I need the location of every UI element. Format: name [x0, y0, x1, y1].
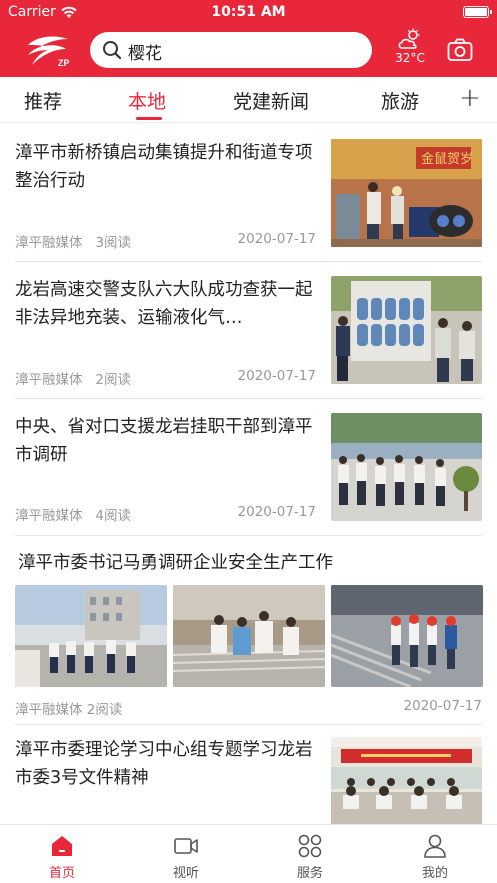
- news-date: 2020-07-17: [403, 698, 482, 714]
- nav-profile-label: 我的: [421, 866, 448, 881]
- news-thumbnail: [331, 413, 482, 521]
- add-tab-button[interactable]: +: [459, 83, 481, 113]
- news-date: 2020-07-17: [237, 368, 316, 384]
- search-icon: [103, 41, 122, 60]
- nav-video[interactable]: 视听: [156, 833, 216, 881]
- news-source: 漳平融媒体 4阅读: [15, 508, 131, 524]
- nav-service[interactable]: 服务: [280, 833, 340, 881]
- status-bar: Carrier 10:51 AM: [0, 0, 497, 26]
- news-item[interactable]: 漳平市委理论学习中心组专题学习龙岩市委3号文件精神: [0, 724, 497, 824]
- news-title: 中央、省对口支援龙岩挂职干部到漳平市调研: [15, 417, 313, 465]
- nav-service-label: 服务: [296, 866, 323, 881]
- news-thumbnail: [173, 585, 325, 687]
- tab-local[interactable]: 本地: [128, 87, 166, 114]
- news-item[interactable]: 漳平市新桥镇启动集镇提升和街道专项整治行动 漳平融媒体 3阅读 2020-07-…: [0, 124, 497, 261]
- news-thumbnail: 金鼠贺岁: [331, 139, 482, 247]
- news-source: 漳平融媒体 3阅读: [15, 235, 131, 251]
- news-thumbnail: [331, 585, 483, 687]
- search-input[interactable]: 樱花: [128, 39, 162, 64]
- news-title: 漳平市委理论学习中心组专题学习龙岩市委3号文件精神: [15, 740, 313, 788]
- news-thumbnail: [331, 276, 482, 384]
- news-title: 漳平市新桥镇启动集镇提升和街道专项整治行动: [15, 143, 313, 191]
- nav-video-label: 视听: [172, 866, 199, 881]
- news-item[interactable]: 中央、省对口支援龙岩挂职干部到漳平市调研 漳平融媒体 4阅读 2020-07-1…: [0, 398, 497, 535]
- news-item[interactable]: 龙岩高速交警支队六大队成功查获一起非法异地充装、运输液化气… 漳平融媒体 2阅读…: [0, 261, 497, 398]
- news-date: 2020-07-17: [237, 504, 316, 520]
- bottom-tab-bar: 首页 视听 服务 我的: [0, 824, 497, 883]
- news-title: 龙岩高速交警支队六大队成功查获一起非法异地充装、运输液化气…: [15, 280, 313, 328]
- camera-icon[interactable]: [447, 38, 473, 62]
- clock: 10:51 AM: [211, 4, 286, 20]
- news-thumbnail: [331, 737, 482, 824]
- temperature-label: 32°C: [395, 51, 425, 65]
- nav-home-label: 首页: [48, 866, 75, 881]
- video-icon: [174, 838, 198, 854]
- nav-home[interactable]: 首页: [32, 833, 92, 881]
- home-icon: [52, 836, 72, 856]
- news-title: 漳平市委书记马勇调研企业安全生产工作: [18, 553, 333, 573]
- news-source: 漳平融媒体 2阅读: [15, 372, 131, 388]
- svg-text:ZP: ZP: [58, 58, 70, 68]
- tab-party-news[interactable]: 党建新闻: [233, 87, 309, 114]
- user-icon: [424, 834, 446, 858]
- news-item[interactable]: 漳平市委书记马勇调研企业安全生产工作 漳平融媒体 2阅读 2020-07-17: [0, 535, 497, 725]
- category-tabs: 推荐 本地 党建新闻 旅游 +: [0, 77, 497, 123]
- partly-cloudy-icon: [398, 28, 420, 49]
- news-date: 2020-07-17: [237, 231, 316, 247]
- grid-icon: [298, 834, 322, 858]
- nav-profile[interactable]: 我的: [405, 833, 465, 881]
- news-source: 漳平融媒体 2阅读: [15, 702, 123, 718]
- svg-text:金鼠贺岁: 金鼠贺岁: [421, 151, 473, 167]
- weather-widget[interactable]: 32°C: [390, 28, 430, 70]
- active-tab-indicator: [136, 117, 162, 120]
- search-bar[interactable]: 樱花: [90, 32, 372, 68]
- battery-icon: [463, 6, 492, 18]
- tab-recommend[interactable]: 推荐: [24, 87, 62, 114]
- zp-logo-icon[interactable]: ZP: [22, 33, 74, 69]
- app-header: Carrier 10:51 AM ZP 樱花 32°C: [0, 0, 497, 77]
- news-feed: 漳平市新桥镇启动集镇提升和街道专项整治行动 漳平融媒体 3阅读 2020-07-…: [0, 124, 497, 824]
- news-thumbnail: [15, 585, 167, 687]
- tab-travel[interactable]: 旅游: [381, 87, 419, 114]
